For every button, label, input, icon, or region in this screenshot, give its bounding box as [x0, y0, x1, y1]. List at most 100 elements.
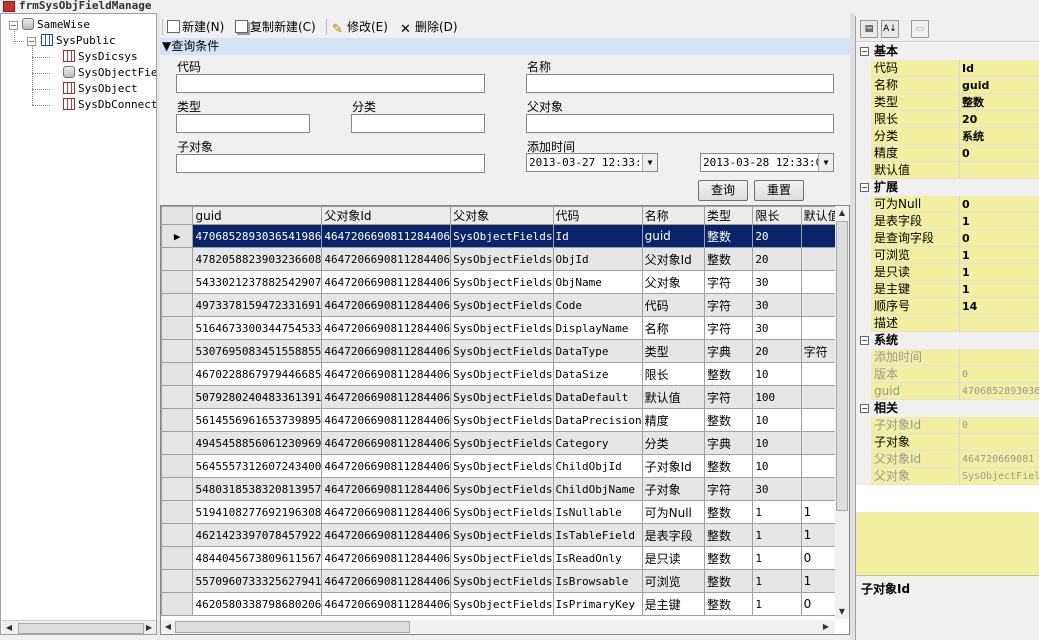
child-object-input[interactable]: [176, 154, 485, 173]
grid-cell[interactable]: 可为Null: [641, 500, 706, 524]
date-to-picker[interactable]: 2013-03-28 12:33:06 ▼: [700, 153, 834, 172]
property-value[interactable]: 1: [960, 281, 1039, 298]
property-row[interactable]: 子对象: [856, 434, 1039, 451]
property-value[interactable]: 14: [960, 298, 1039, 315]
property-row[interactable]: 可浏览 1: [856, 247, 1039, 264]
tree-node-sysdicsys[interactable]: SysDicsys: [63, 49, 138, 65]
property-value[interactable]: guid: [960, 77, 1039, 94]
grid-cell[interactable]: 整数: [704, 408, 754, 432]
table-row[interactable]: 5433021237882542907 4647206690811284406 Sy…: [161, 270, 849, 294]
grid-cell[interactable]: 4647206690811284406: [321, 224, 452, 248]
grid-cell[interactable]: 30: [752, 316, 802, 340]
property-value[interactable]: [960, 434, 1039, 451]
sort-alphabetical-icon[interactable]: A↓: [881, 20, 899, 38]
property-value[interactable]: 1: [960, 213, 1039, 230]
grid-cell[interactable]: 字符: [704, 270, 754, 294]
code-input[interactable]: [176, 74, 485, 93]
grid-cell[interactable]: 整数: [704, 569, 754, 593]
property-row[interactable]: guid 4706852893036: [856, 383, 1039, 400]
grid-cell[interactable]: SysObjectFields: [450, 569, 554, 593]
grid-cell[interactable]: SysObjectFields: [450, 385, 554, 409]
property-row[interactable]: 限长 20: [856, 111, 1039, 128]
grid-cell[interactable]: Category: [552, 431, 643, 455]
property-category[interactable]: − 扩展: [856, 179, 1039, 196]
table-row[interactable]: 5194108277692196308 4647206690811284406 Sy…: [161, 500, 849, 524]
grid-cell[interactable]: DataPrecision: [552, 408, 643, 432]
tree-node-sysobject[interactable]: SysObject: [63, 81, 138, 97]
table-row[interactable]: 5079280240483361391 4647206690811284406 Sy…: [161, 385, 849, 409]
grid-cell[interactable]: DisplayName: [552, 316, 643, 340]
property-row[interactable]: 是主键 1: [856, 281, 1039, 298]
grid-cell[interactable]: 是只读: [641, 546, 706, 570]
table-row[interactable]: 4945458856061230969 4647206690811284406 Sy…: [161, 431, 849, 455]
category-input[interactable]: [351, 114, 485, 133]
grid-cell[interactable]: ChildObjName: [552, 477, 643, 501]
row-header[interactable]: [161, 523, 194, 547]
grid-cell[interactable]: Id: [552, 224, 643, 248]
grid-cell[interactable]: SysObjectFields: [450, 454, 554, 478]
grid-cell[interactable]: 精度: [641, 408, 706, 432]
scroll-left-icon[interactable]: ◀: [2, 621, 16, 634]
parent-object-input[interactable]: [526, 114, 834, 133]
property-row[interactable]: 是只读 1: [856, 264, 1039, 281]
name-input[interactable]: [526, 74, 834, 93]
property-row[interactable]: 分类 系统: [856, 128, 1039, 145]
grid-cell[interactable]: 100: [752, 385, 802, 409]
grid-cell[interactable]: 5645557312607243400: [192, 454, 323, 478]
grid-cell[interactable]: SysObjectFields: [450, 500, 554, 524]
scroll-up-icon[interactable]: ▲: [835, 206, 849, 220]
grid-cell[interactable]: 4647206690811284406: [321, 362, 452, 386]
grid-cell[interactable]: 限长: [641, 362, 706, 386]
grid-cell[interactable]: 4973378159472331691: [192, 293, 323, 317]
grid-cell[interactable]: IsReadOnly: [552, 546, 643, 570]
grid-cell[interactable]: SysObjectFields: [450, 224, 554, 248]
row-header[interactable]: [161, 270, 194, 294]
grid-cell[interactable]: IsNullable: [552, 500, 643, 524]
date-from-picker[interactable]: 2013-03-27 12:33:06 ▼: [526, 153, 658, 172]
grid-cell[interactable]: 4844045673809611567: [192, 546, 323, 570]
property-row[interactable]: 描述: [856, 315, 1039, 332]
scroll-right-icon[interactable]: ▶: [142, 621, 156, 634]
grid-cell[interactable]: 4620580338798680206: [192, 592, 323, 616]
table-row[interactable]: 5614556961653739895 4647206690811284406 Sy…: [161, 408, 849, 432]
grid-cell[interactable]: SysObjectFields: [450, 362, 554, 386]
grid-cell[interactable]: 1: [752, 546, 802, 570]
scroll-thumb[interactable]: [175, 621, 410, 633]
scroll-thumb[interactable]: [836, 221, 848, 511]
grid-horizontal-scrollbar[interactable]: ◀ ▶: [161, 620, 835, 634]
grid-cell[interactable]: ObjId: [552, 247, 643, 271]
row-header[interactable]: [161, 385, 194, 409]
grid-cell[interactable]: 4647206690811284406: [321, 431, 452, 455]
grid-cell[interactable]: 4647206690811284406: [321, 339, 452, 363]
grid-cell[interactable]: 4647206690811284406: [321, 247, 452, 271]
object-tree[interactable]: − SameWise − SysPublic SysDicsys SysObje…: [0, 13, 157, 635]
grid-cell[interactable]: 4647206690811284406: [321, 500, 452, 524]
property-row[interactable]: 父对象 SysObjectFiel: [856, 468, 1039, 485]
grid-cell[interactable]: 4621423397078457922: [192, 523, 323, 547]
grid-cell[interactable]: SysObjectFields: [450, 293, 554, 317]
grid-cell[interactable]: 4647206690811284406: [321, 569, 452, 593]
grid-cell[interactable]: 是表字段: [641, 523, 706, 547]
grid-cell[interactable]: 整数: [704, 592, 754, 616]
grid-cell[interactable]: 默认值: [641, 385, 706, 409]
categorized-view-icon[interactable]: ▤: [860, 20, 878, 38]
property-value[interactable]: 0: [960, 230, 1039, 247]
table-row[interactable]: 5645557312607243400 4647206690811284406 Sy…: [161, 454, 849, 478]
property-row[interactable]: 名称 guid: [856, 77, 1039, 94]
new-button[interactable]: 新建(N): [167, 18, 224, 36]
property-value[interactable]: 0: [960, 196, 1039, 213]
grid-cell[interactable]: SysObjectFields: [450, 592, 554, 616]
property-row[interactable]: 顺序号 14: [856, 298, 1039, 315]
column-header[interactable]: 父对象: [450, 206, 554, 225]
grid-cell[interactable]: 代码: [641, 293, 706, 317]
grid-cell[interactable]: 4782058823903236608: [192, 247, 323, 271]
grid-cell[interactable]: 10: [752, 362, 802, 386]
grid-cell[interactable]: 字符: [704, 293, 754, 317]
grid-cell[interactable]: 4647206690811284406: [321, 592, 452, 616]
grid-cell[interactable]: 5194108277692196308: [192, 500, 323, 524]
grid-cell[interactable]: 整数: [704, 546, 754, 570]
property-value[interactable]: 1: [960, 264, 1039, 281]
grid-cell[interactable]: 1: [752, 523, 802, 547]
property-row[interactable]: 默认值: [856, 162, 1039, 179]
row-header[interactable]: [161, 477, 194, 501]
